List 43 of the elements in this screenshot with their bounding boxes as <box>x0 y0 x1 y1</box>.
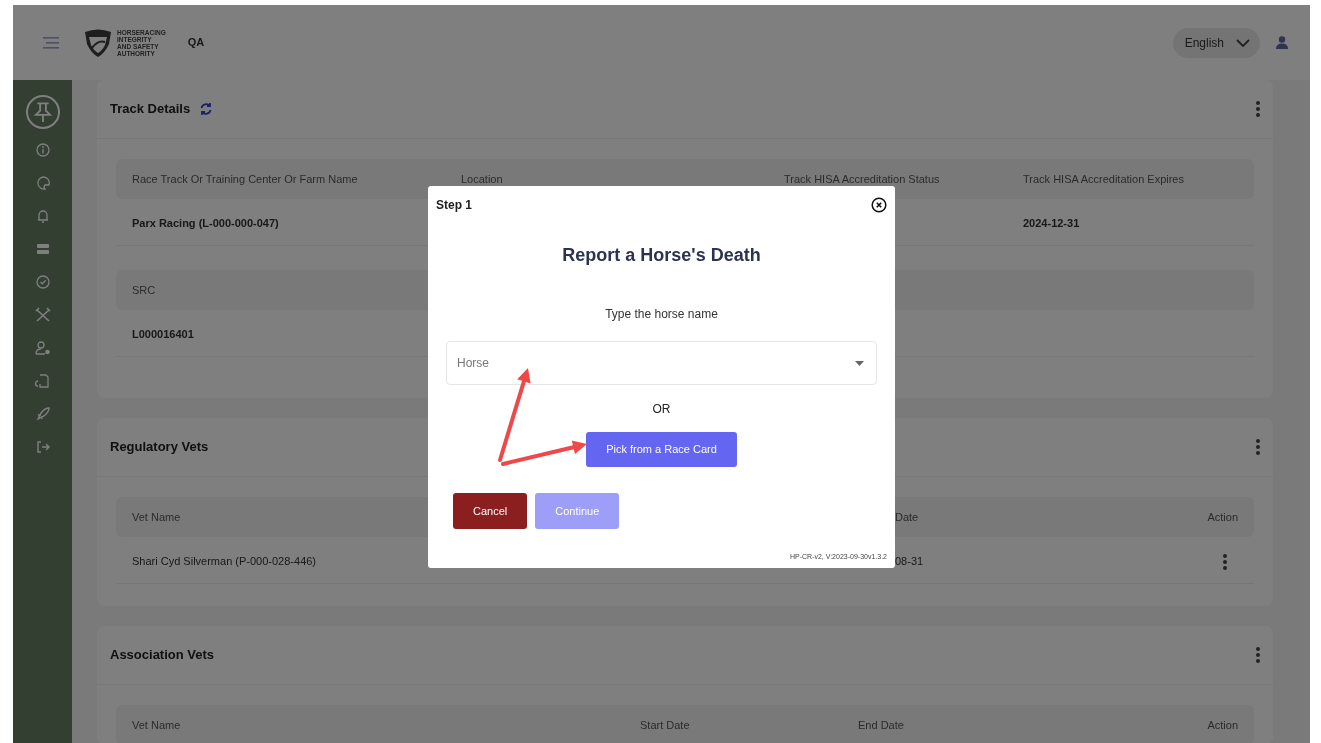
table-cell-text: Parx Racing (L-000-000-047) <box>132 216 279 232</box>
prompt-text: Type the horse name <box>604 306 719 323</box>
dialog-title: Report a Horse's Death <box>561 244 762 267</box>
more-icon[interactable] <box>1255 438 1261 456</box>
table-cell-text: L000016401 <box>132 327 194 343</box>
table-cell-text: 08-31 <box>895 554 924 570</box>
column-header: Location <box>461 171 503 187</box>
step-label: Step 1 <box>436 197 472 214</box>
table-cell-text: 2024-12-31 <box>1023 216 1080 232</box>
caret-icon <box>855 360 864 366</box>
more-icon[interactable] <box>1255 646 1261 664</box>
column-header: Date <box>895 509 919 525</box>
column-header: Track HISA Accreditation Status <box>784 171 940 187</box>
column-header: Vet Name <box>132 509 181 525</box>
refresh-icon[interactable] <box>199 102 214 116</box>
table-cell-text: Shari Cyd Silverman (P-000-028-446) <box>132 554 317 570</box>
horse-select[interactable]: Horse <box>446 341 877 385</box>
more-icon[interactable] <box>1255 100 1261 118</box>
column-header: Vet Name <box>132 717 181 733</box>
column-header: Action <box>1207 717 1238 733</box>
menu-icon[interactable] <box>43 36 59 49</box>
more-icon[interactable] <box>1222 552 1228 571</box>
shield-logo-icon <box>83 27 113 58</box>
pin-button[interactable] <box>25 95 60 129</box>
user-icon[interactable] <box>1276 36 1288 49</box>
column-header: SRC <box>132 282 156 298</box>
language-dropdown[interactable]: English <box>1172 27 1260 58</box>
chevron-icon <box>1236 38 1250 47</box>
section-title: Regulatory Vets <box>110 438 209 457</box>
environment-label: QA <box>187 35 205 51</box>
column-header: Race Track Or Training Center Or Farm Name <box>132 171 358 187</box>
section-title: Association Vets <box>110 646 215 665</box>
section-title: Track Details <box>110 100 191 119</box>
person-badge-icon[interactable] <box>32 338 53 358</box>
race-card-button[interactable]: Pick from a Race Card <box>586 432 737 467</box>
column-header: Track HISA Accreditation Expires <box>1023 171 1184 187</box>
column-header: Action <box>1207 509 1238 525</box>
separator-text: OR <box>651 401 672 418</box>
column-header: End Date <box>858 717 904 733</box>
cancel-button[interactable]: Cancel <box>453 492 528 529</box>
pin-icon <box>32 102 53 122</box>
close-icon[interactable] <box>871 197 887 213</box>
column-header: Start Date <box>640 717 690 733</box>
